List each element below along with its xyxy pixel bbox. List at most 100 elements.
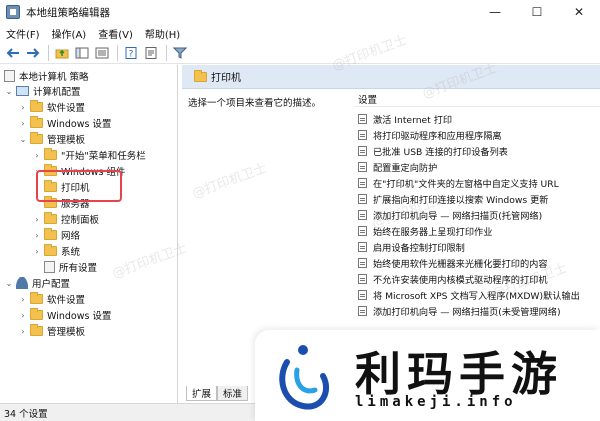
filter-button[interactable] — [171, 44, 189, 62]
help-button[interactable]: ? — [122, 44, 140, 62]
folder-icon — [44, 148, 57, 160]
list-item[interactable]: 将打印驱动程序和应用程序隔离 — [354, 127, 600, 142]
folder-icon — [30, 308, 43, 320]
list-item[interactable]: 激活 Internet 打印 — [354, 111, 600, 126]
policy-document-icon — [4, 70, 15, 82]
tree-item-user-config[interactable]: ⌄ 用户配置 — [4, 275, 70, 291]
folder-icon — [44, 212, 57, 224]
list-item[interactable]: 始终在服务器上呈现打印作业 — [354, 223, 600, 238]
brand-url: limakeji.info — [355, 394, 517, 410]
tree-label: 所有设置 — [59, 263, 98, 274]
close-button[interactable]: ✕ — [558, 0, 600, 24]
tree-item-start-menu[interactable]: › "开始"菜单和任务栏 — [32, 147, 146, 163]
tree-label: Windows 设置 — [47, 119, 112, 130]
policy-setting-icon — [358, 161, 367, 172]
minimize-button[interactable]: — — [474, 0, 516, 24]
menu-file[interactable]: 文件(F) — [0, 26, 46, 41]
menu-action[interactable]: 操作(A) — [46, 26, 93, 41]
list-item[interactable]: 扩展指向和打印连接以搜索 Windows 更新 — [354, 191, 600, 206]
details-header: 打印机 — [182, 65, 600, 89]
policy-setting-icon — [358, 241, 367, 252]
tree-item-local-policy[interactable]: 本地计算机 策略 — [2, 68, 89, 84]
chevron-right-icon[interactable]: › — [18, 327, 28, 336]
brand-overlay: 利玛手游 limakeji.info — [255, 330, 600, 421]
chevron-right-icon[interactable]: › — [18, 295, 28, 304]
tree-label: 管理模板 — [47, 327, 86, 338]
folder-icon — [30, 292, 43, 304]
title-bar: 本地组策略编辑器 — ☐ ✕ — [0, 0, 600, 24]
tree-item-admin-templates[interactable]: ⌄ 管理模板 — [18, 131, 85, 147]
chevron-right-icon[interactable]: › — [32, 151, 42, 160]
tree-item-user-admin-templates[interactable]: › 管理模板 — [18, 323, 85, 339]
list-item[interactable]: 始终使用软件光栅器来光栅化要打印的内容 — [354, 255, 600, 270]
list-item[interactable]: 启用设备控制打印限制 — [354, 239, 600, 254]
window-controls: — ☐ ✕ — [474, 0, 600, 24]
chevron-right-icon[interactable]: › — [18, 103, 28, 112]
list-view-button[interactable] — [93, 44, 111, 62]
chevron-right-icon[interactable]: › — [18, 119, 28, 128]
tree-item-network[interactable]: › 网络 — [32, 227, 80, 243]
tree-label: 软件设置 — [47, 295, 86, 306]
folder-icon — [30, 324, 43, 336]
printer-highlight-box — [36, 170, 122, 202]
list-item[interactable]: 将 Microsoft XPS 文档写入程序(MXDW)默认输出 — [354, 287, 600, 302]
policy-setting-icon — [358, 145, 367, 156]
column-header-setting[interactable]: 设置 — [354, 91, 600, 107]
tree-item-control-panel[interactable]: › 控制面板 — [32, 211, 99, 227]
folder-icon — [44, 244, 57, 256]
chevron-right-icon[interactable]: › — [32, 231, 42, 240]
list-icon — [95, 47, 109, 58]
tree-item-all-settings[interactable]: 所有设置 — [42, 259, 97, 275]
policy-setting-icon — [358, 113, 367, 124]
tree-item-user-windows-settings[interactable]: › Windows 设置 — [18, 307, 111, 323]
console-tree: 本地计算机 策略 ⌄ 计算机配置 › 软件设置 › Windows 设置 ⌄ 管… — [0, 65, 178, 403]
chevron-down-icon[interactable]: ⌄ — [4, 279, 14, 288]
details-header-title: 打印机 — [211, 73, 241, 84]
tree-item-windows-settings[interactable]: › Windows 设置 — [18, 115, 111, 131]
folder-icon — [30, 116, 43, 128]
tree-label: 用户配置 — [32, 279, 71, 290]
folder-icon — [44, 228, 57, 240]
brand-logo-icon — [279, 345, 330, 410]
description-text: 选择一个项目来查看它的描述。 — [188, 98, 322, 109]
tree-item-software-settings[interactable]: › 软件设置 — [18, 99, 85, 115]
tree-item-computer-config[interactable]: ⌄ 计算机配置 — [4, 83, 81, 99]
menu-view[interactable]: 查看(V) — [92, 26, 139, 41]
forward-button[interactable] — [24, 44, 42, 62]
chevron-right-icon[interactable]: › — [32, 215, 42, 224]
up-folder-button[interactable] — [53, 44, 71, 62]
toolbar-separator — [117, 44, 118, 61]
chevron-down-icon[interactable]: ⌄ — [4, 87, 14, 96]
list-item[interactable]: 添加打印机向导 — 网络扫描页(未受管理网络) — [354, 303, 600, 318]
list-item[interactable]: 不允许安装使用内核模式驱动程序的打印机 — [354, 271, 600, 286]
tree-item-user-software-settings[interactable]: › 软件设置 — [18, 291, 85, 307]
filter-icon — [173, 47, 187, 59]
view-tabs: 扩展 标准 — [186, 386, 249, 401]
console-tree-icon — [75, 47, 89, 58]
properties-button[interactable] — [142, 44, 160, 62]
policy-setting-icon — [358, 289, 367, 300]
tab-extended[interactable]: 扩展 — [186, 386, 218, 401]
chevron-right-icon[interactable]: › — [32, 247, 42, 256]
list-item[interactable]: 配置重定向防护 — [354, 159, 600, 174]
properties-icon — [145, 46, 157, 59]
chevron-right-icon[interactable]: › — [18, 311, 28, 320]
group-policy-app-icon — [6, 5, 20, 19]
show-tree-button[interactable] — [73, 44, 91, 62]
status-count: 34 个设置 — [4, 408, 48, 420]
menu-help[interactable]: 帮助(H) — [139, 26, 186, 41]
tree-item-system[interactable]: › 系统 — [32, 243, 80, 259]
list-item[interactable]: 已批准 USB 连接的打印设备列表 — [354, 143, 600, 158]
chevron-down-icon[interactable]: ⌄ — [18, 135, 28, 144]
tree-label: 软件设置 — [47, 103, 86, 114]
back-button[interactable] — [4, 44, 22, 62]
list-item[interactable]: 在"打印机"文件夹的左窗格中自定义支持 URL — [354, 175, 600, 190]
toolbar-separator — [48, 44, 49, 61]
policy-setting-icon — [358, 177, 367, 188]
help-icon: ? — [125, 46, 137, 59]
maximize-button[interactable]: ☐ — [516, 0, 558, 24]
computer-icon — [16, 86, 29, 96]
tab-standard[interactable]: 标准 — [217, 386, 249, 401]
policy-setting-icon — [358, 129, 367, 140]
list-item[interactable]: 添加打印机向导 — 网络扫描页(托管网络) — [354, 207, 600, 222]
